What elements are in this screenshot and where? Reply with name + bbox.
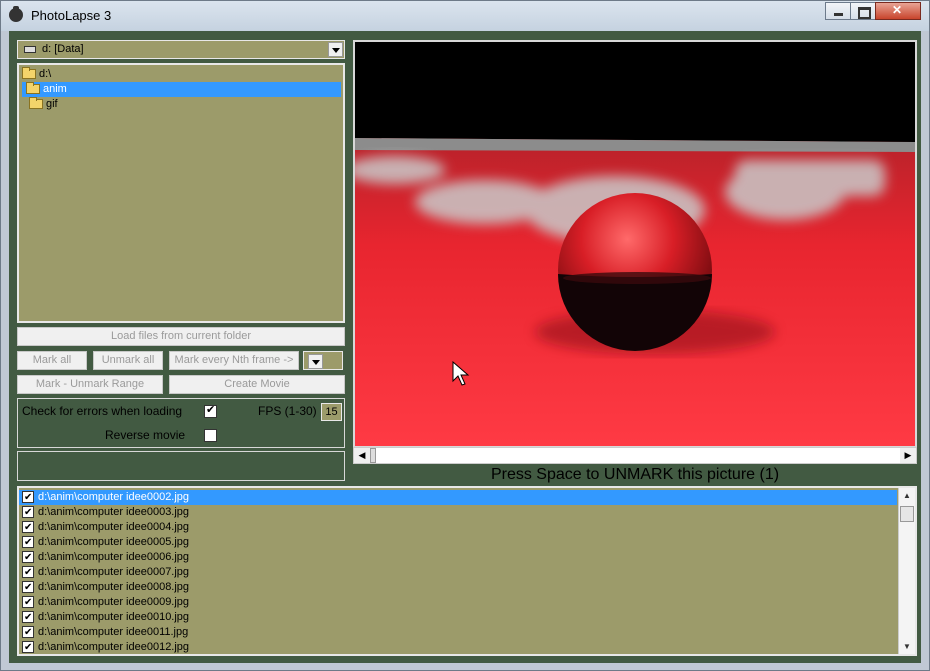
file-checkbox[interactable] (22, 625, 34, 640)
nth-frame-select[interactable]: 2 (303, 351, 343, 370)
tree-item-label: gif (46, 98, 58, 110)
file-checkbox[interactable] (22, 490, 34, 505)
file-checkbox[interactable] (22, 505, 34, 520)
fps-label: FPS (1-30) (258, 404, 317, 418)
drive-select[interactable]: d: [Data] (17, 40, 345, 59)
file-name: d:\anim\computer idee0002.jpg (38, 491, 190, 503)
file-name: d:\anim\computer idee0011.jpg (38, 626, 189, 638)
check-errors-label: Check for errors when loading (22, 404, 183, 418)
unmark-all-button[interactable]: Unmark all (93, 351, 163, 370)
reverse-movie-label: Reverse movie (105, 428, 186, 442)
file-checkbox[interactable] (22, 580, 34, 595)
file-name: d:\anim\computer idee0012.jpg (38, 641, 190, 653)
list-item[interactable]: d:\anim\computer idee0007.jpg (19, 565, 897, 580)
list-item[interactable]: d:\anim\computer idee0003.jpg (19, 505, 897, 520)
file-name: d:\anim\computer idee0008.jpg (38, 581, 190, 593)
scroll-left-icon[interactable]: ◀ (354, 448, 370, 463)
file-name: d:\anim\computer idee0010.jpg (38, 611, 190, 623)
fps-input[interactable]: 15 (321, 403, 342, 421)
status-text: Press Space to UNMARK this picture (1) (490, 466, 780, 483)
mark-every-nth-button[interactable]: Mark every Nth frame -> (169, 351, 299, 370)
file-name: d:\anim\computer idee0009.jpg (38, 596, 190, 608)
folder-open-icon (22, 67, 36, 80)
file-checkbox[interactable] (22, 595, 34, 610)
window-controls (825, 2, 921, 21)
list-item[interactable]: d:\anim\computer idee0006.jpg (19, 550, 897, 565)
folder-tree[interactable]: d:\ anim gif (17, 63, 345, 323)
file-name: d:\anim\computer idee0003.jpg (38, 506, 190, 518)
list-item[interactable]: d:\anim\computer idee0002.jpg (19, 490, 897, 505)
create-movie-button[interactable]: Create Movie (169, 375, 345, 394)
file-name: d:\anim\computer idee0007.jpg (38, 566, 190, 578)
list-item[interactable]: d:\anim\computer idee0012.jpg (19, 640, 897, 654)
scrollbar-thumb[interactable] (370, 448, 376, 463)
window-title: PhotoLapse 3 (31, 8, 112, 23)
tree-item-label: anim (43, 83, 67, 95)
app-window: PhotoLapse 3 d: [Data] d:\ anim gif (0, 0, 930, 671)
preview-scrollbar[interactable]: ◀ ▶ (353, 447, 917, 464)
maximize-button[interactable] (850, 2, 876, 20)
drive-icon (24, 46, 36, 53)
preview-image (355, 42, 915, 446)
list-item[interactable]: d:\anim\computer idee0005.jpg (19, 535, 897, 550)
picture-preview[interactable] (353, 40, 917, 448)
file-name: d:\anim\computer idee0004.jpg (38, 521, 190, 533)
app-icon (9, 6, 23, 22)
list-item[interactable]: d:\anim\computer idee0008.jpg (19, 580, 897, 595)
main-panel: d: [Data] d:\ anim gif Load files from c… (9, 31, 921, 663)
file-checkbox[interactable] (22, 520, 34, 535)
file-name: d:\anim\computer idee0006.jpg (38, 551, 190, 563)
chevron-down-icon[interactable] (328, 42, 343, 57)
file-list-scrollbar[interactable]: ▲ ▼ (898, 488, 915, 654)
file-checkbox[interactable] (22, 610, 34, 625)
minimize-button[interactable] (825, 2, 851, 20)
file-name: d:\anim\computer idee0005.jpg (38, 536, 190, 548)
tree-item-anim[interactable]: anim (22, 82, 341, 97)
list-item[interactable]: d:\anim\computer idee0011.jpg (19, 625, 897, 640)
scroll-right-icon[interactable]: ▶ (900, 448, 916, 463)
tree-item-gif[interactable]: gif (29, 97, 339, 112)
mark-unmark-range-button[interactable]: Mark - Unmark Range (17, 375, 163, 394)
scroll-down-icon[interactable]: ▼ (899, 639, 915, 654)
folder-open-icon (26, 82, 40, 95)
list-item[interactable]: d:\anim\computer idee0009.jpg (19, 595, 897, 610)
tree-item-label: d:\ (39, 68, 52, 80)
tree-item-root[interactable]: d:\ (22, 67, 342, 82)
file-checkbox[interactable] (22, 640, 34, 654)
scroll-up-icon[interactable]: ▲ (899, 488, 915, 503)
file-checkbox[interactable] (22, 550, 34, 565)
title-bar[interactable]: PhotoLapse 3 (1, 1, 929, 31)
options-group: Check for errors when loading FPS (1-30)… (17, 398, 345, 448)
folder-icon (29, 97, 43, 110)
file-checkbox[interactable] (22, 565, 34, 580)
file-checkbox[interactable] (22, 535, 34, 550)
list-item[interactable]: d:\anim\computer idee0010.jpg (19, 610, 897, 625)
file-list[interactable]: d:\anim\computer idee0002.jpg d:\anim\co… (17, 486, 917, 656)
list-item[interactable]: d:\anim\computer idee0004.jpg (19, 520, 897, 535)
chevron-down-icon[interactable] (308, 354, 323, 369)
reverse-movie-checkbox[interactable] (204, 429, 217, 442)
info-box (17, 451, 345, 481)
scrollbar-thumb[interactable] (900, 506, 914, 522)
close-button[interactable] (875, 2, 921, 20)
load-files-button[interactable]: Load files from current folder (17, 327, 345, 346)
mark-all-button[interactable]: Mark all (17, 351, 87, 370)
check-errors-checkbox[interactable] (204, 403, 217, 418)
drive-select-value: d: [Data] (42, 43, 84, 55)
